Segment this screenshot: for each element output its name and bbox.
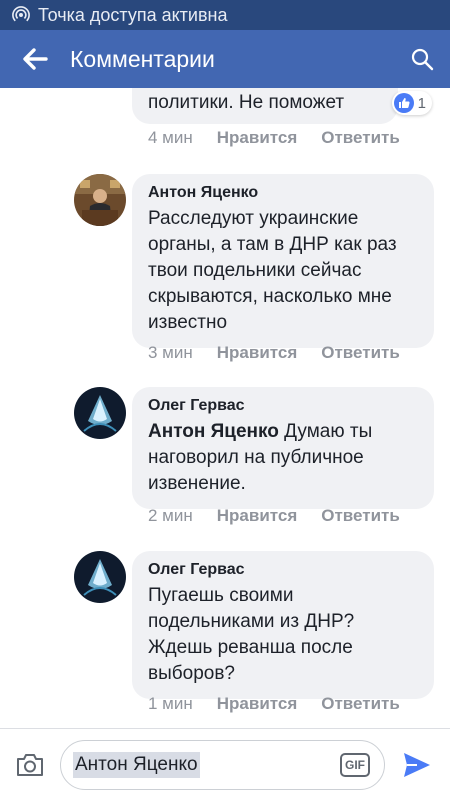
like-icon <box>393 93 414 113</box>
comment-author[interactable]: Антон Яценко <box>148 184 418 202</box>
page-title: Комментарии <box>70 45 215 72</box>
like-button[interactable]: Нравится <box>217 343 298 363</box>
comment-meta: 4 мин Нравится Ответить <box>148 128 424 148</box>
comment-author[interactable]: Олег Гервас <box>148 397 418 415</box>
comment-composer: Антон Яценко GIF <box>0 728 450 800</box>
comment-bubble[interactable]: Олег Гервас Антон Яценко Думаю ты нагово… <box>132 387 434 509</box>
comment-bubble[interactable]: политики. Не поможет <box>132 88 398 124</box>
search-button[interactable] <box>394 30 450 88</box>
hotspot-icon <box>12 6 30 22</box>
comment-bubble[interactable]: Антон Яценко Расследуют украинские орган… <box>132 174 434 348</box>
camera-button[interactable] <box>0 729 60 800</box>
reaction-count: 1 <box>417 94 426 112</box>
mention-link[interactable]: Антон Яценко <box>148 421 279 442</box>
send-button[interactable] <box>385 729 449 800</box>
comment-time: 2 мин <box>148 506 193 525</box>
comment-time: 4 мин <box>148 128 193 147</box>
comment-author[interactable]: Олег Гервас <box>148 561 418 579</box>
back-arrow-icon <box>23 48 48 70</box>
avatar[interactable] <box>74 174 126 226</box>
status-text: Точка доступа активна <box>38 4 228 25</box>
reply-button[interactable]: Ответить <box>321 506 400 526</box>
camera-icon <box>17 753 43 776</box>
send-icon <box>404 752 430 777</box>
comment-time: 1 мин <box>148 694 193 713</box>
reaction-badge[interactable]: 1 <box>391 91 432 115</box>
comment-bubble[interactable]: Олег Гервас Пугаешь своими подельниками … <box>132 551 434 699</box>
comment-list: политики. Не поможет 1 4 мин Нравится От… <box>0 88 450 728</box>
reply-button[interactable]: Ответить <box>321 128 400 148</box>
comment-text: Антон Яценко Думаю ты наговорил на публи… <box>148 419 418 497</box>
status-bar: Точка доступа активна <box>0 0 450 30</box>
app-bar: Комментарии <box>0 30 450 88</box>
like-button[interactable]: Нравится <box>217 694 298 714</box>
reply-button[interactable]: Ответить <box>321 343 400 363</box>
comment-meta: 3 мин Нравится Ответить <box>148 343 424 363</box>
reply-button[interactable]: Ответить <box>321 694 400 714</box>
comment-text: Пугаешь своими подельниками из ДНР? Ждеш… <box>148 585 355 684</box>
comment-meta: 1 мин Нравится Ответить <box>148 694 424 714</box>
comment-time: 3 мин <box>148 343 193 362</box>
comment-text: политики. Не поможет <box>148 92 345 113</box>
like-button[interactable]: Нравится <box>217 506 298 526</box>
search-icon <box>411 48 434 71</box>
comment-input[interactable]: Антон Яценко GIF <box>60 739 385 790</box>
comment-meta: 2 мин Нравится Ответить <box>148 506 424 526</box>
back-button[interactable] <box>0 30 70 88</box>
like-button[interactable]: Нравится <box>217 128 298 148</box>
gif-button[interactable]: GIF <box>340 752 370 777</box>
comment-input-value[interactable]: Антон Яценко <box>73 751 200 778</box>
avatar[interactable] <box>74 387 126 439</box>
comment-text: Расследуют украинские органы, а там в ДН… <box>148 208 397 333</box>
avatar[interactable] <box>74 551 126 603</box>
